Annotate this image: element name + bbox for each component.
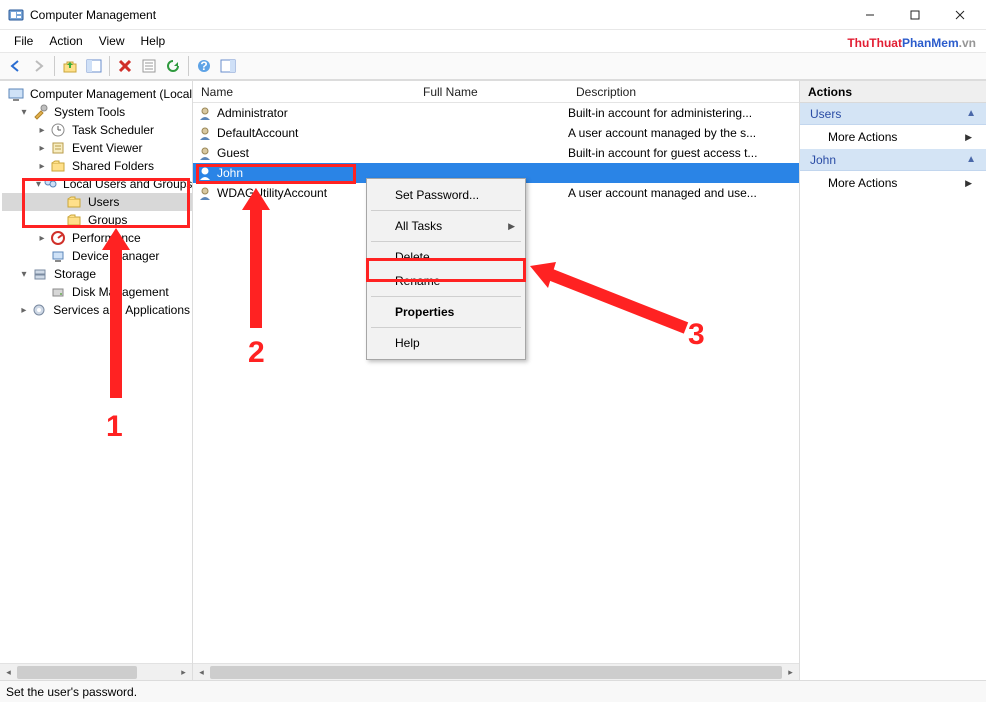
tree-horizontal-scrollbar[interactable]: ◂ ▸ <box>0 663 192 680</box>
menu-action[interactable]: Action <box>41 32 90 50</box>
tree-local-users-groups[interactable]: Local Users and Groups <box>2 175 192 193</box>
nav-back-button[interactable] <box>4 55 26 77</box>
close-button[interactable] <box>937 1 982 29</box>
app-icon <box>8 7 24 23</box>
navigation-tree[interactable]: Computer Management (Local) System Tools… <box>0 81 192 319</box>
collapse-icon: ▲ <box>966 108 976 119</box>
chevron-right-icon: ▶ <box>965 132 972 143</box>
list-horizontal-scrollbar[interactable]: ◂ ▸ <box>193 663 799 680</box>
computer-icon <box>8 86 24 102</box>
actions-more-john[interactable]: More Actions ▶ <box>800 171 986 195</box>
minimize-button[interactable] <box>847 1 892 29</box>
window-title: Computer Management <box>30 8 156 22</box>
status-text: Set the user's password. <box>6 685 137 699</box>
tree-event-viewer[interactable]: Event Viewer <box>2 139 192 157</box>
toolbar: ? <box>0 52 986 80</box>
performance-icon <box>50 230 66 246</box>
title-bar: Computer Management <box>0 0 986 30</box>
folder-icon <box>66 212 82 228</box>
folder-icon <box>66 194 82 210</box>
show-hide-tree-button[interactable] <box>83 55 105 77</box>
user-icon <box>197 145 213 161</box>
ctx-all-tasks[interactable]: All Tasks <box>367 214 525 238</box>
tree-performance[interactable]: Performance <box>2 229 192 247</box>
chevron-right-icon: ▶ <box>965 178 972 189</box>
properties-button[interactable] <box>138 55 160 77</box>
context-menu: Set Password... All Tasks Delete Rename … <box>366 178 526 360</box>
shared-folders-icon <box>50 158 66 174</box>
tree-root[interactable]: Computer Management (Local) <box>2 85 192 103</box>
user-row[interactable]: DefaultAccount A user account managed by… <box>193 123 799 143</box>
tree-disk-management[interactable]: Disk Management <box>2 283 192 301</box>
user-icon <box>197 125 213 141</box>
show-hide-action-pane-button[interactable] <box>217 55 239 77</box>
list-header: Name Full Name Description <box>193 81 799 103</box>
user-row[interactable]: Administrator Built-in account for admin… <box>193 103 799 123</box>
services-icon <box>32 302 48 318</box>
refresh-button[interactable] <box>162 55 184 77</box>
event-viewer-icon <box>50 140 66 156</box>
user-icon <box>197 165 213 181</box>
ctx-properties[interactable]: Properties <box>367 300 525 324</box>
delete-button[interactable] <box>114 55 136 77</box>
menu-help[interactable]: Help <box>133 32 174 50</box>
device-manager-icon <box>50 248 66 264</box>
ctx-rename[interactable]: Rename <box>367 269 525 293</box>
users-icon <box>43 176 57 192</box>
scroll-right-button[interactable]: ▸ <box>175 664 192 680</box>
tree-services-apps[interactable]: Services and Applications <box>2 301 192 319</box>
tree-shared-folders[interactable]: Shared Folders <box>2 157 192 175</box>
ctx-help[interactable]: Help <box>367 331 525 355</box>
col-name[interactable]: Name <box>193 85 415 99</box>
clock-icon <box>50 122 66 138</box>
menu-view[interactable]: View <box>91 32 133 50</box>
tree-groups[interactable]: Groups <box>2 211 192 229</box>
help-button[interactable]: ? <box>193 55 215 77</box>
status-bar: Set the user's password. <box>0 680 986 702</box>
up-button[interactable] <box>59 55 81 77</box>
disk-icon <box>50 284 66 300</box>
tree-device-manager[interactable]: Device Manager <box>2 247 192 265</box>
tree-users[interactable]: Users <box>2 193 192 211</box>
actions-group-users[interactable]: Users ▲ <box>800 103 986 125</box>
tree-storage[interactable]: Storage <box>2 265 192 283</box>
user-icon <box>197 105 213 121</box>
client-area: Computer Management (Local) System Tools… <box>0 80 986 680</box>
scroll-left-button[interactable]: ◂ <box>0 664 17 680</box>
scroll-left-button[interactable]: ◂ <box>193 664 210 681</box>
actions-group-john[interactable]: John ▲ <box>800 149 986 171</box>
tree-task-scheduler[interactable]: Task Scheduler <box>2 121 192 139</box>
menu-file[interactable]: File <box>6 32 41 50</box>
actions-pane: Actions Users ▲ More Actions ▶ John ▲ Mo… <box>800 81 986 680</box>
navigation-tree-pane: Computer Management (Local) System Tools… <box>0 81 193 680</box>
ctx-delete[interactable]: Delete <box>367 245 525 269</box>
storage-icon <box>32 266 48 282</box>
list-pane: Name Full Name Description Administrator… <box>193 81 800 680</box>
actions-header: Actions <box>800 81 986 103</box>
ctx-set-password[interactable]: Set Password... <box>367 183 525 207</box>
watermark: ThuThuatPhanMem.vn <box>847 30 976 53</box>
menu-bar: File Action View Help ThuThuatPhanMem.vn <box>0 30 986 52</box>
svg-text:?: ? <box>200 59 207 73</box>
col-description[interactable]: Description <box>568 85 799 99</box>
user-icon <box>197 185 213 201</box>
col-full-name[interactable]: Full Name <box>415 85 568 99</box>
user-row[interactable]: Guest Built-in account for guest access … <box>193 143 799 163</box>
collapse-icon: ▲ <box>966 154 976 165</box>
tree-system-tools[interactable]: System Tools <box>2 103 192 121</box>
actions-more-users[interactable]: More Actions ▶ <box>800 125 986 149</box>
maximize-button[interactable] <box>892 1 937 29</box>
scroll-right-button[interactable]: ▸ <box>782 664 799 681</box>
tools-icon <box>32 104 48 120</box>
nav-forward-button[interactable] <box>28 55 50 77</box>
